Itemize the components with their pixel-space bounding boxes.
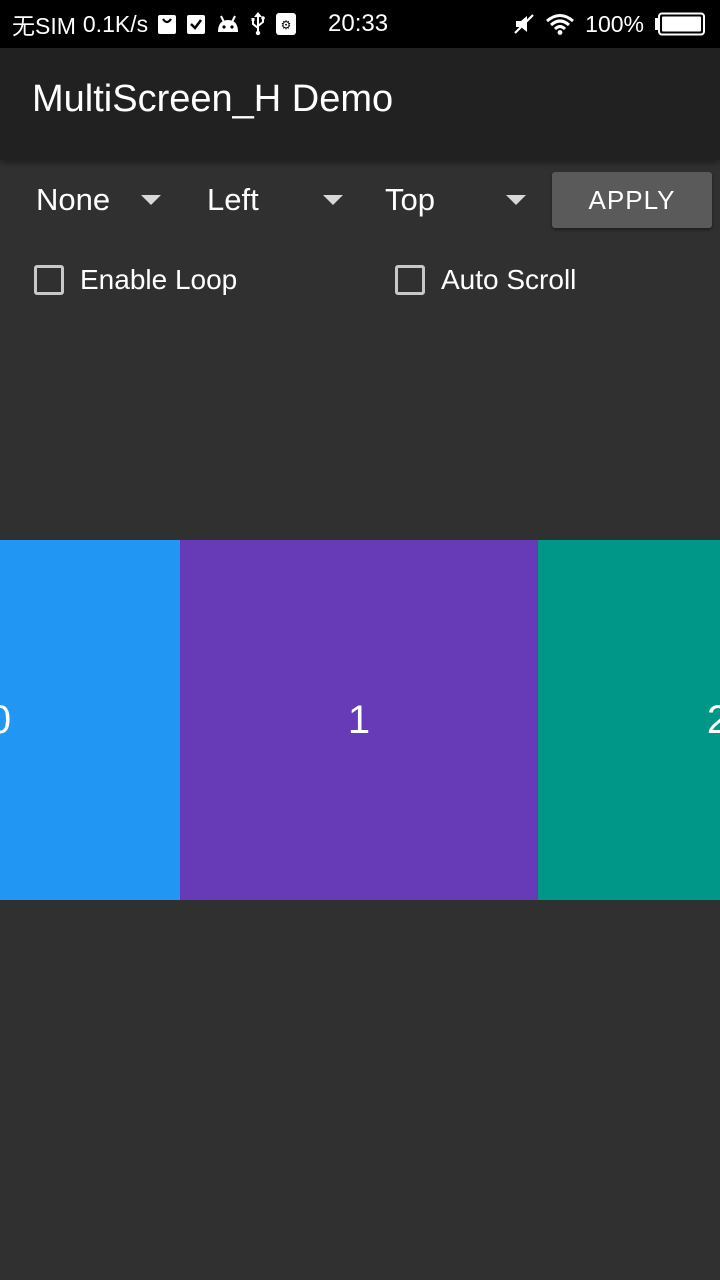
battery-icon bbox=[654, 12, 706, 36]
dropdown-arrow-icon bbox=[141, 195, 161, 205]
enable-loop-checkbox[interactable]: Enable Loop bbox=[34, 260, 237, 300]
app-title: MultiScreen_H Demo bbox=[32, 78, 394, 120]
page-number: 1 bbox=[347, 697, 371, 742]
checkbox-box[interactable] bbox=[34, 265, 64, 295]
mute-icon bbox=[513, 13, 535, 35]
dropdown-arrow-icon bbox=[323, 195, 343, 205]
app-bar: MultiScreen_H Demo bbox=[0, 48, 720, 160]
spinner-gravity-vertical-value: Top bbox=[385, 182, 435, 217]
battery-percent: 100% bbox=[585, 10, 644, 37]
page-number: 2 bbox=[706, 697, 720, 742]
check-icon bbox=[186, 13, 206, 35]
wifi-icon bbox=[545, 13, 575, 35]
pager-page[interactable]: 1 bbox=[180, 540, 538, 900]
status-time: 20:33 bbox=[328, 10, 389, 37]
usb-icon bbox=[250, 12, 266, 36]
status-bar-left: 无SIM 0.1K/s ⚙ bbox=[12, 0, 297, 48]
controls-panel: None Left Top APPLY Enable Loop Auto Scr… bbox=[0, 160, 720, 540]
bag-icon bbox=[157, 13, 177, 35]
page-number: 0 bbox=[0, 698, 11, 743]
carrier-label: 无SIM bbox=[12, 13, 76, 39]
app-icon: ⚙ bbox=[275, 12, 297, 36]
spinner-gravity-vertical[interactable]: Top bbox=[385, 172, 530, 228]
dropdown-arrow-icon bbox=[506, 195, 526, 205]
pager-page[interactable]: 0 bbox=[0, 540, 180, 900]
status-bar: 无SIM 0.1K/s ⚙ 20:33 100% bbox=[0, 0, 720, 48]
spinner-gravity-horizontal[interactable]: Left bbox=[207, 172, 347, 228]
auto-scroll-checkbox[interactable]: Auto Scroll bbox=[395, 260, 576, 300]
auto-scroll-label: Auto Scroll bbox=[441, 264, 577, 295]
spinner-transition-value: None bbox=[36, 182, 111, 217]
enable-loop-label: Enable Loop bbox=[80, 264, 238, 295]
apply-button[interactable]: APPLY bbox=[552, 172, 712, 228]
multi-screen-pager[interactable]: 0 1 2 bbox=[0, 540, 720, 900]
spinner-transition[interactable]: None bbox=[36, 172, 166, 228]
spinner-gravity-horizontal-value: Left bbox=[207, 182, 259, 217]
pager-page[interactable]: 2 bbox=[538, 540, 720, 900]
checkbox-box[interactable] bbox=[395, 265, 425, 295]
svg-text:⚙: ⚙ bbox=[281, 18, 292, 32]
network-speed: 0.1K/s bbox=[82, 10, 149, 37]
status-bar-right: 100% bbox=[513, 0, 706, 48]
android-icon bbox=[215, 14, 241, 34]
